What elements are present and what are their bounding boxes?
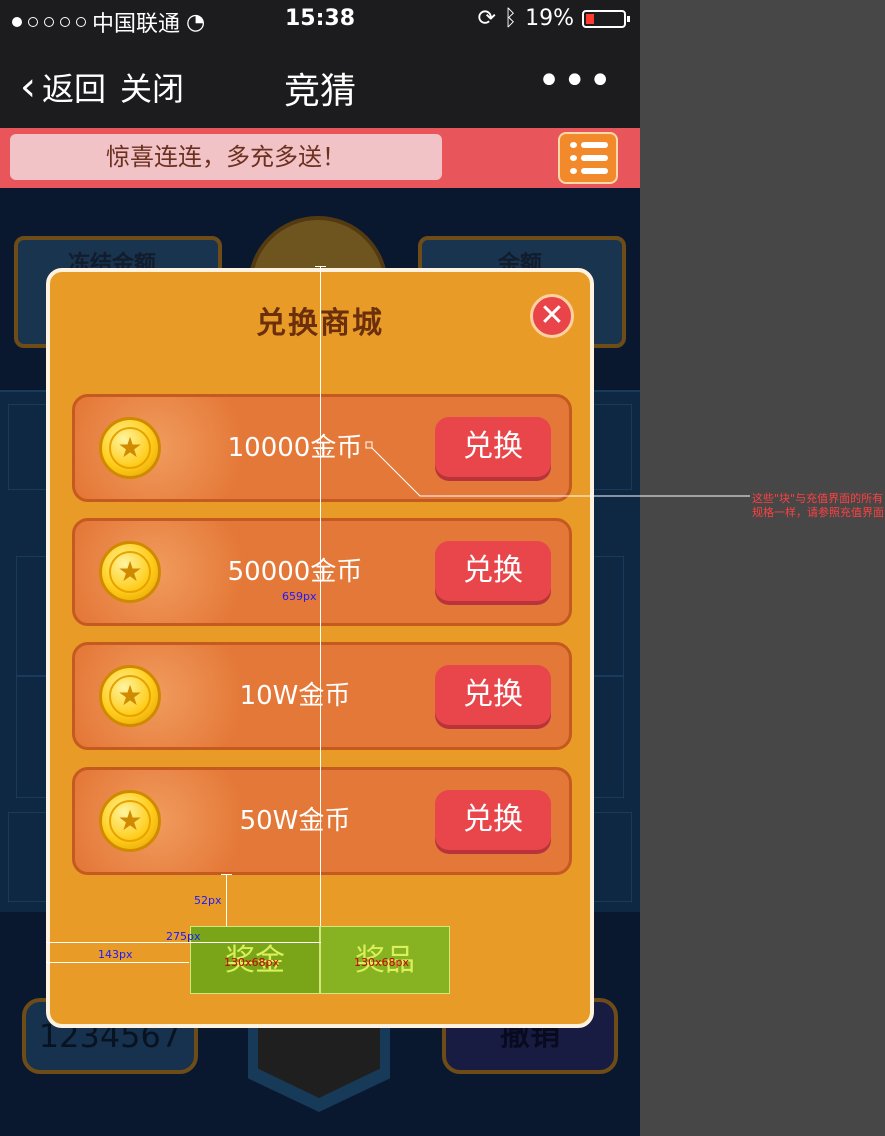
exchange-button[interactable]: 兑换 [435,790,551,850]
gold-coin-icon: ★ [99,790,161,852]
measure-line [320,266,321,926]
nav-bar: ‹ 返回 关闭 竞猜 ••• [0,40,640,128]
dimension-label: 130x68px [224,956,279,969]
annotation-note: 这些"块"与充值界面的所有规格一样，请参照充值界面 [752,492,884,519]
list-icon [570,142,608,148]
measure-label: 143px [98,948,133,961]
measure-line [226,874,227,926]
promo-banner: 惊喜连连，多充多送！ [0,128,640,188]
phone-screen: 中国联通 ◔ 15:38 ⟳ ᛒ 19% ‹ 返回 关闭 竞猜 ••• 惊喜连连… [0,0,640,1136]
annotation-panel [640,0,885,1136]
item-amount: 10W金币 [239,681,351,711]
list-icon [570,155,608,161]
gold-coin-icon: ★ [99,417,161,479]
measure-tick [315,266,326,267]
measure-line [46,962,189,963]
exchange-item: ★ 50W金币 兑换 [72,767,572,875]
bluetooth-icon: ᛒ [503,6,518,31]
item-amount: 50W金币 [239,806,351,836]
battery-icon [582,9,630,28]
measure-tick [221,874,232,875]
gold-coin-icon: ★ [99,665,161,727]
status-right: ⟳ ᛒ 19% [477,6,630,31]
battery-percent: 19% [525,6,574,31]
measure-label: 659px [282,590,317,603]
promo-message: 惊喜连连，多充多送！ [10,134,442,180]
exchange-button[interactable]: 兑换 [435,541,551,601]
status-bar: 中国联通 ◔ 15:38 ⟳ ᛒ 19% [0,0,640,40]
measure-label: 52px [194,894,222,907]
dimension-label: 130x68px [354,956,409,969]
exchange-item: ★ 10W金币 兑换 [72,642,572,750]
exchange-item: ★ 50000金币 兑换 [72,518,572,626]
more-button[interactable]: ••• [537,58,614,104]
close-icon[interactable]: ✕ [530,294,574,338]
measure-label: 275px [166,930,201,943]
exchange-button[interactable]: 兑换 [435,665,551,725]
callout-line [365,441,750,497]
menu-button[interactable] [558,132,618,184]
item-amount: 50000金币 [227,557,363,587]
list-icon [570,168,608,174]
gold-coin-icon: ★ [99,541,161,603]
rotation-lock-icon: ⟳ [477,6,496,31]
